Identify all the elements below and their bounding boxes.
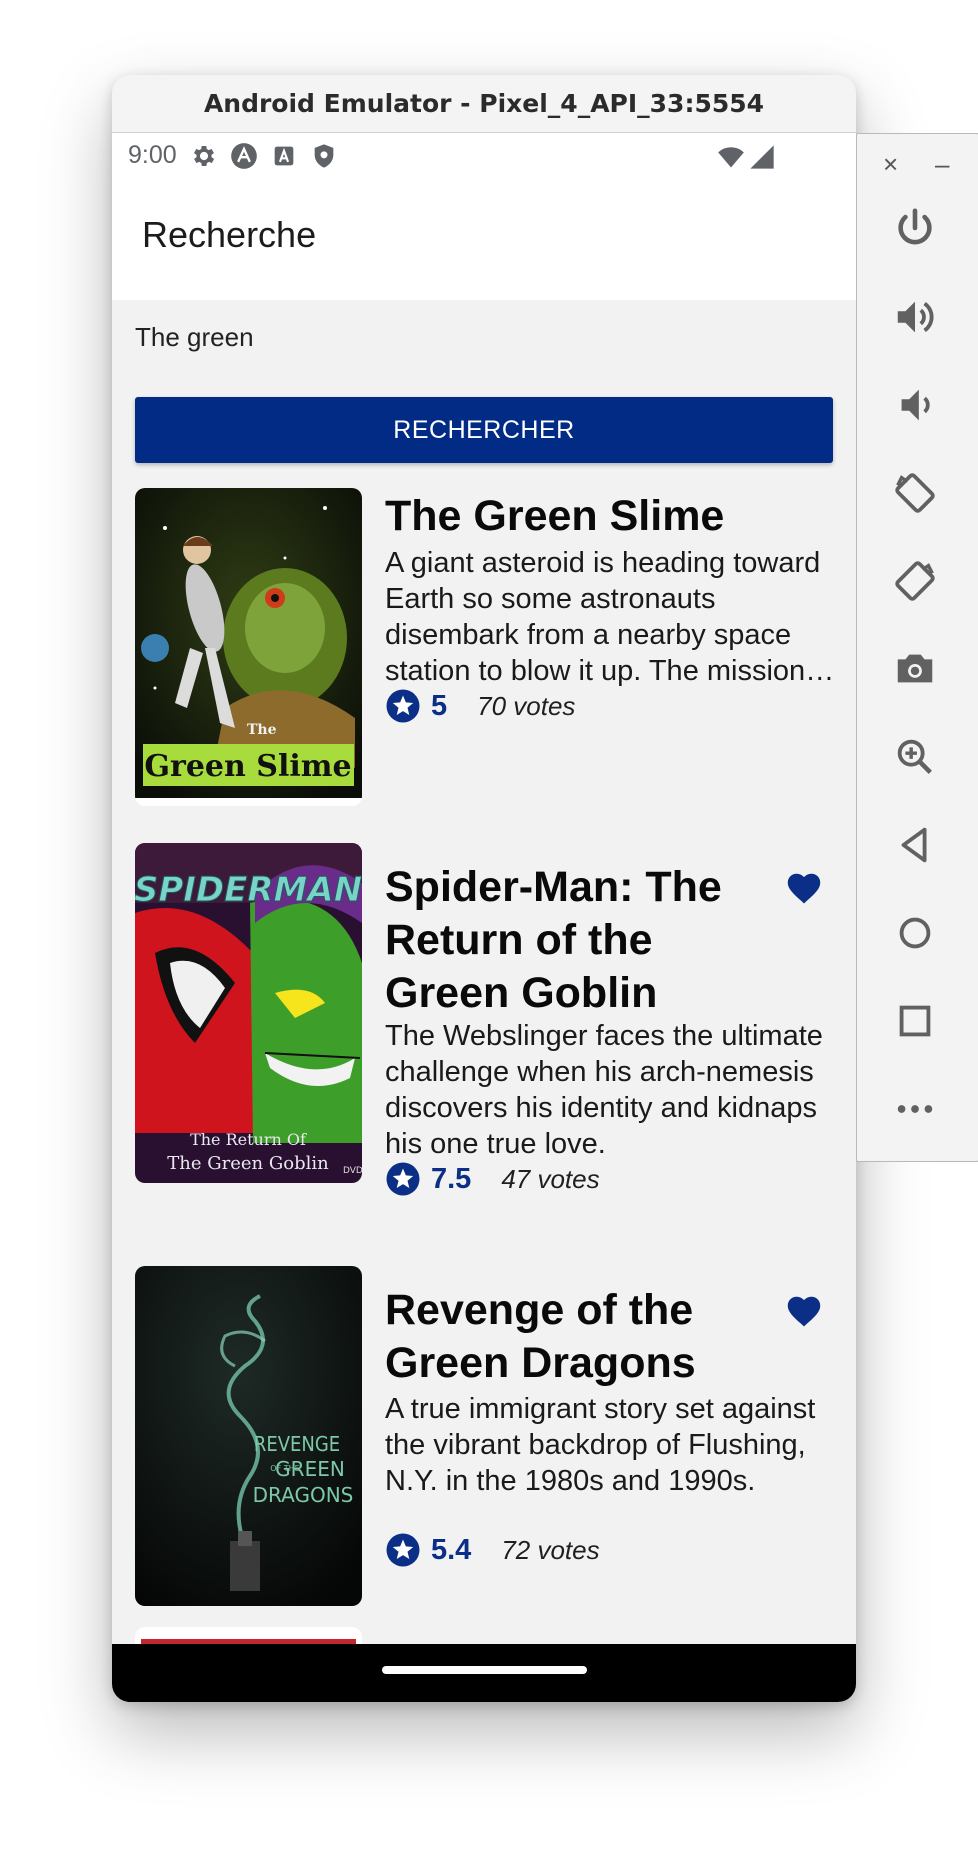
rating-value: 7.5	[431, 1162, 472, 1195]
rotate-right-icon[interactable]	[887, 553, 943, 609]
movie-poster-2[interactable]: SPIDERMAN The Return Of The Green Goblin…	[135, 843, 362, 1183]
star-badge-icon	[386, 1162, 420, 1196]
movie-rating: 5 70 votes	[385, 688, 575, 724]
movie-poster-3[interactable]: REVENGE OF THE GREEN DRAGONS	[135, 1266, 362, 1606]
movie-title: The Green Slime	[385, 492, 725, 540]
app-a-circle-icon	[231, 143, 257, 169]
power-icon[interactable]	[887, 200, 943, 256]
favorite-heart-icon[interactable]	[785, 871, 823, 905]
emulator-window: Android Emulator - Pixel_4_API_33:5554 9…	[112, 75, 856, 1702]
vote-count: 47 votes	[501, 1163, 600, 1194]
movie-poster-1[interactable]: The Green Slime	[135, 488, 362, 806]
movie-rating: 7.5 47 votes	[385, 1161, 600, 1197]
rating-value: 5	[431, 689, 448, 722]
zoom-icon[interactable]	[887, 729, 943, 785]
emulator-side-toolbar: × –	[856, 133, 978, 1162]
poster-2-dvd-logo: DVD	[343, 1166, 362, 1176]
movie-title: Spider-Man: The Return of the Green Gobl…	[385, 863, 722, 1017]
wifi-icon	[718, 147, 744, 168]
gesture-nav-bar	[112, 1644, 856, 1702]
device-screen: 9:00 Recherche The green RECHERCHER The …	[112, 133, 856, 1702]
search-button[interactable]: RECHERCHER	[135, 397, 833, 463]
home-handle[interactable]	[382, 1666, 587, 1674]
poster-1-title-text: Green Slime	[144, 749, 351, 784]
window-title-bar[interactable]: Android Emulator - Pixel_4_API_33:5554	[112, 75, 856, 133]
minimize-icon[interactable]: –	[935, 150, 949, 178]
settings-gear-icon	[193, 145, 215, 167]
poster-3-text-4: DRAGONS	[253, 1483, 354, 1507]
movie-description: A giant asteroid is heading toward Earth…	[385, 547, 821, 687]
more-icon[interactable]	[887, 1081, 943, 1137]
window-title: Android Emulator - Pixel_4_API_33:5554	[203, 89, 765, 118]
poster-2-logo-text: SPIDERMAN	[135, 870, 362, 910]
volume-up-icon[interactable]	[887, 289, 943, 345]
vote-count: 72 votes	[501, 1534, 600, 1565]
status-time: 9:00	[128, 141, 177, 169]
poster-2-subtitle-2: The Green Goblin	[167, 1153, 329, 1174]
movie-rating: 5.4 72 votes	[385, 1532, 600, 1568]
vote-count: 70 votes	[477, 690, 576, 721]
rating-value: 5.4	[431, 1533, 472, 1566]
movie-item-1[interactable]: The Green Slime The Green Slime A giant …	[135, 488, 833, 808]
status-bar: 9:00	[112, 133, 856, 182]
cell-signal-icon	[750, 145, 774, 169]
back-icon[interactable]	[887, 817, 943, 873]
poster-3-text-3: GREEN	[275, 1457, 345, 1481]
app-a-square-icon	[274, 146, 294, 166]
movie-item-3[interactable]: REVENGE OF THE GREEN DRAGONS Revenge of …	[135, 1266, 833, 1626]
close-icon[interactable]: ×	[883, 150, 898, 178]
movie-description: A true immigrant story set against the v…	[385, 1393, 816, 1497]
home-icon[interactable]	[887, 905, 943, 961]
movie-description: The Webslinger faces the ultimate challe…	[385, 1020, 823, 1160]
star-badge-icon	[386, 1533, 420, 1567]
poster-3-text-1: REVENGE	[254, 1432, 340, 1456]
favorite-heart-icon[interactable]	[785, 1294, 823, 1328]
volume-down-icon[interactable]	[887, 377, 943, 433]
star-badge-icon	[386, 689, 420, 723]
movie-title: Revenge of the Green Dragons	[385, 1286, 696, 1387]
shield-icon	[314, 144, 334, 168]
search-input[interactable]: The green	[135, 322, 254, 353]
movie-item-2[interactable]: SPIDERMAN The Return Of The Green Goblin…	[135, 843, 833, 1223]
poster-1-text-top: The	[247, 722, 277, 738]
rotate-left-icon[interactable]	[887, 465, 943, 521]
camera-icon[interactable]	[887, 641, 943, 697]
page-title: Recherche	[142, 214, 317, 255]
overview-icon[interactable]	[887, 993, 943, 1049]
app-bar: Recherche	[112, 182, 856, 300]
poster-2-subtitle-1: The Return Of	[190, 1130, 307, 1149]
